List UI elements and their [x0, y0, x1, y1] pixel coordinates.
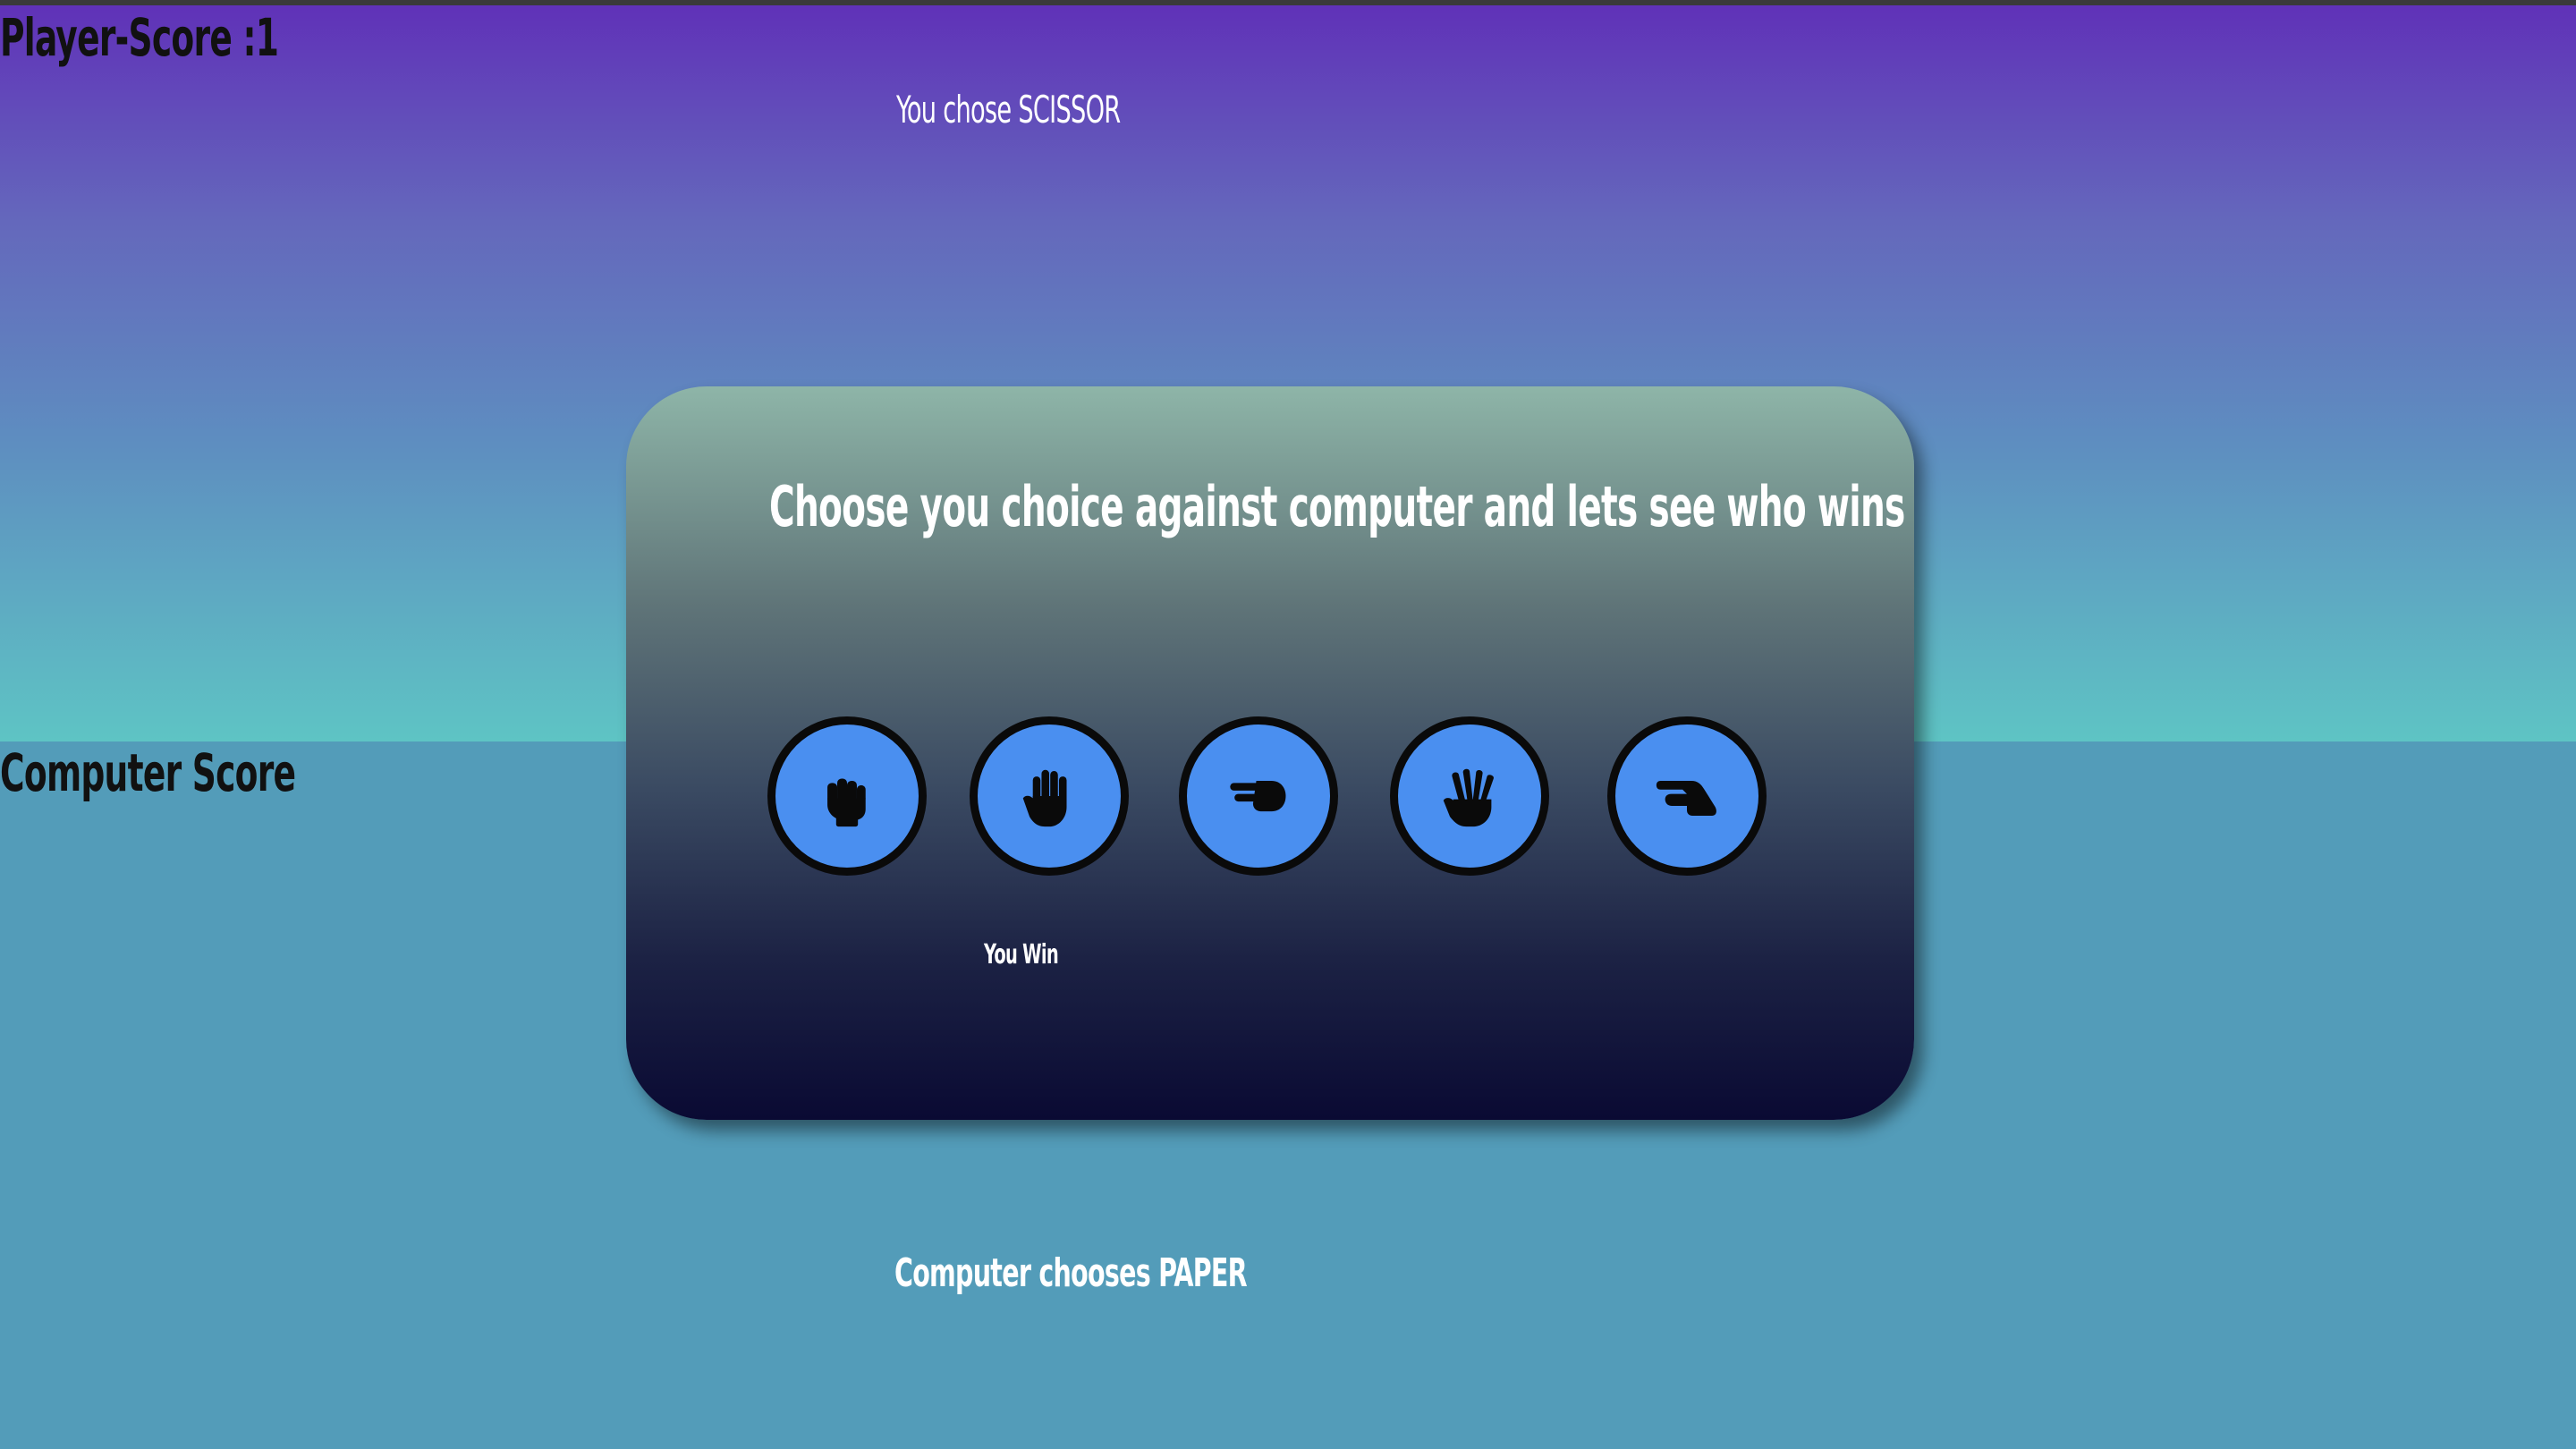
hand-lizard-icon	[1656, 780, 1716, 816]
player-choice-text: You chose SCISSOR	[896, 88, 1121, 131]
computer-choice-text: Computer chooses PAPER	[894, 1250, 1248, 1296]
lizard-button[interactable]	[1607, 716, 1767, 876]
rock-button[interactable]	[767, 716, 927, 876]
card-title: Choose you choice against computer and l…	[769, 474, 1905, 539]
paper-button[interactable]	[970, 716, 1129, 876]
scissor-button[interactable]	[1179, 716, 1338, 876]
hand-rock-icon	[827, 778, 866, 827]
hand-spock-icon	[1443, 768, 1494, 827]
computer-score: Computer Score	[0, 742, 296, 803]
result-text: You Win	[984, 939, 1059, 970]
hand-scissors-icon	[1230, 780, 1286, 812]
player-score: Player-Score :1	[0, 7, 279, 68]
hand-paper-icon	[1022, 769, 1067, 827]
spock-button[interactable]	[1390, 716, 1549, 876]
